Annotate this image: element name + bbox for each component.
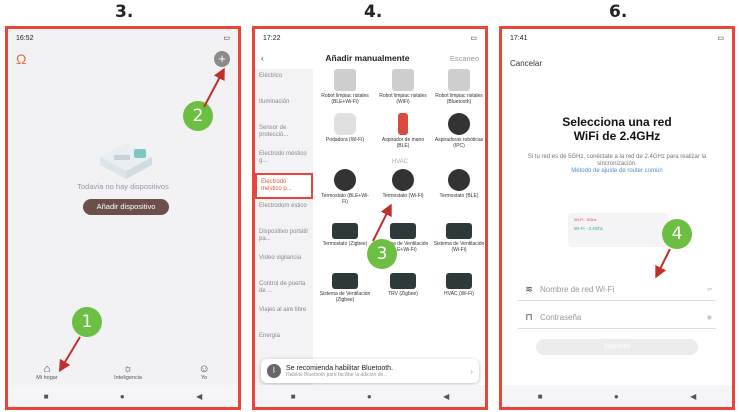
phone-wifi-setup-screen: 17:41 ▭ Cancelar Selecciona una red WiFi… xyxy=(499,26,735,410)
step-number-4: 4. xyxy=(364,2,383,22)
phone-home-screen: 16:52 ▭ Ω + Todavía no hay dispositivos … xyxy=(5,26,241,410)
arrow-to-thermostat-wifi xyxy=(372,203,392,242)
phone-add-manually-screen: 17:22 ▭ ‹ Añadir manualmente Escaneo Elé… xyxy=(252,26,488,410)
arrow-to-add-icon xyxy=(58,67,225,373)
arrow-to-wifi-field xyxy=(655,248,671,279)
step-number-6: 6. xyxy=(609,2,628,22)
step-number-3: 3. xyxy=(115,2,134,22)
